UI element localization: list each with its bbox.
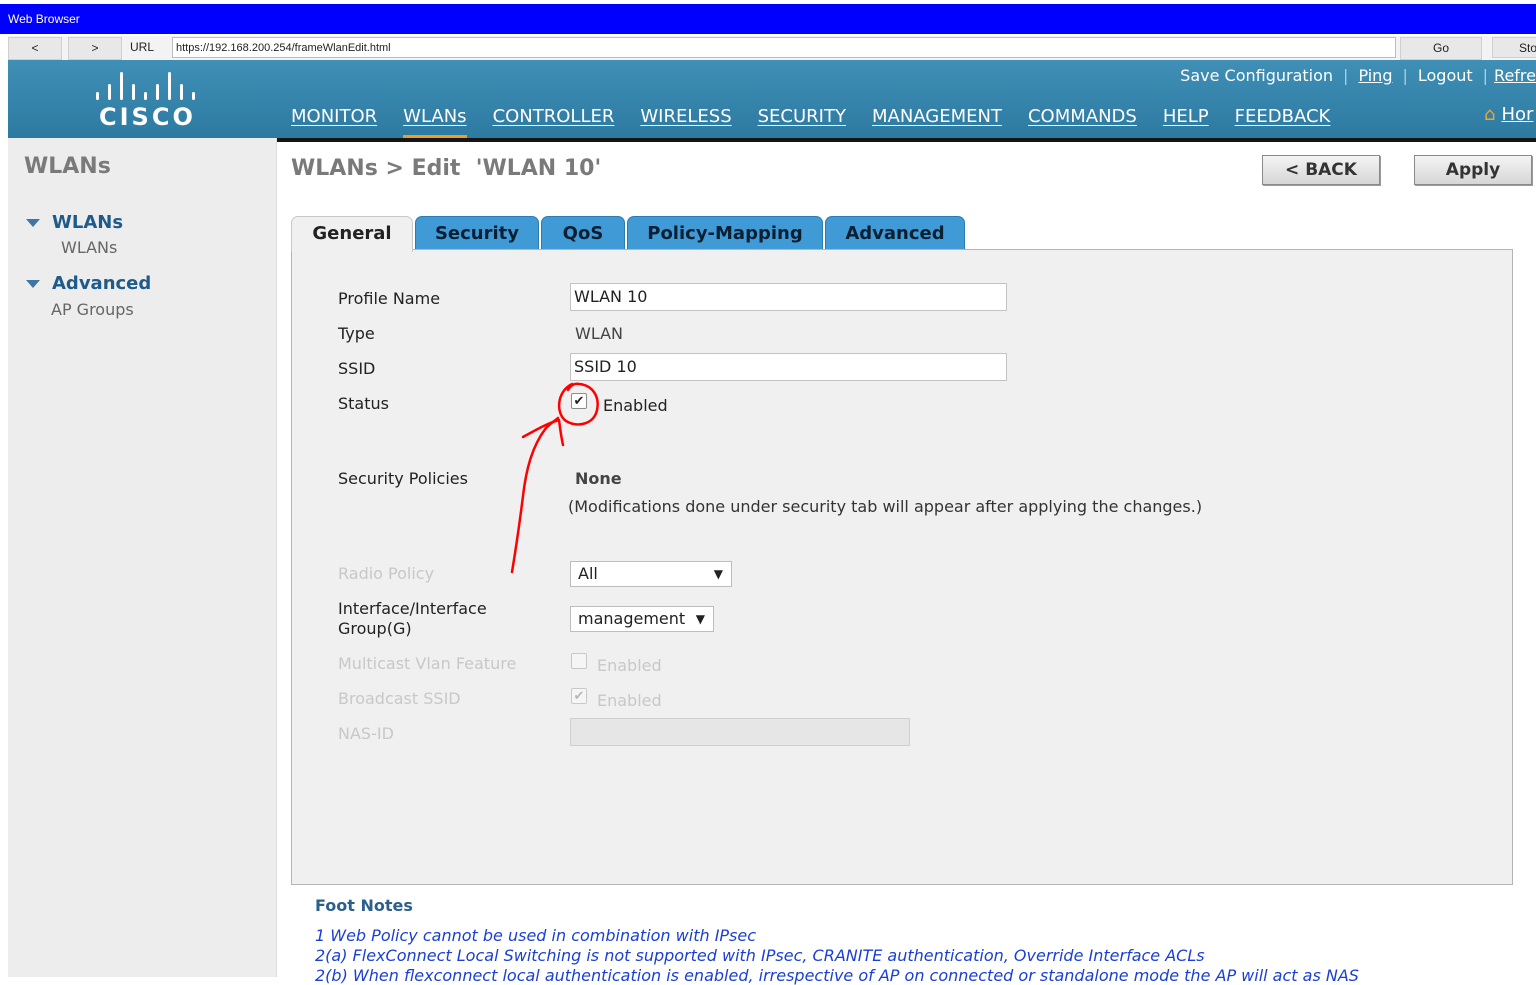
dropdown-arrow-icon: ▼ <box>713 567 723 581</box>
refresh-link[interactable]: Refre <box>1494 66 1536 85</box>
home-link[interactable]: ⌂ Hor <box>1484 104 1533 125</box>
broadcast-ssid-checkbox[interactable]: ✔ <box>571 688 587 704</box>
address-bar: < > URL https://192.168.200.254/frameWla… <box>8 36 1536 61</box>
dropdown-arrow-icon: ▼ <box>695 612 705 626</box>
nav-feedback[interactable]: FEEDBACK <box>1235 106 1331 135</box>
sidebar: WLANs WLANs WLANs Advanced AP Groups <box>8 138 277 977</box>
tab-security[interactable]: Security <box>415 216 539 250</box>
nav-help[interactable]: HELP <box>1163 106 1209 135</box>
nav-monitor[interactable]: MONITOR <box>291 106 377 135</box>
forward-nav-button[interactable]: > <box>68 37 122 60</box>
cisco-logo: CISCO <box>90 70 200 131</box>
go-button[interactable]: Go <box>1400 37 1482 60</box>
logout-link[interactable]: Logout <box>1418 66 1473 85</box>
security-policies-label: Security Policies <box>338 469 468 488</box>
browser-title-bar: Web Browser <box>0 4 1536 34</box>
back-button[interactable]: < BACK <box>1262 155 1380 185</box>
nas-id-input[interactable] <box>570 718 910 746</box>
browser-title: Web Browser <box>8 12 80 26</box>
apply-button[interactable]: Apply <box>1414 155 1532 185</box>
url-label: URL <box>130 40 155 54</box>
multicast-vlan-checkbox[interactable] <box>571 653 587 669</box>
sidebar-section-advanced[interactable]: Advanced <box>52 273 151 294</box>
status-checkbox[interactable]: ✔ <box>571 393 587 409</box>
radio-policy-select[interactable]: All ▼ <box>570 561 732 587</box>
nav-commands[interactable]: COMMANDS <box>1028 106 1137 135</box>
home-label: Hor <box>1501 104 1534 125</box>
nav-controller[interactable]: CONTROLLER <box>493 106 615 135</box>
profile-name-label: Profile Name <box>338 289 441 308</box>
tab-policy-mapping[interactable]: Policy-Mapping <box>627 216 823 250</box>
broadcast-ssid-label: Broadcast SSID <box>338 689 461 708</box>
radio-policy-label: Radio Policy <box>338 564 435 583</box>
footnote-item: 2(b) When flexconnect local authenticati… <box>315 966 1359 985</box>
cisco-logo-bars-icon <box>96 70 196 100</box>
profile-name-input[interactable]: WLAN 10 <box>570 283 1007 311</box>
footnote-item: 2(a) FlexConnect Local Switching is not … <box>315 946 1205 965</box>
sidebar-item-wlans[interactable]: WLANs <box>61 238 117 257</box>
cisco-header: CISCO Save Configuration | Ping | Logout | Ref… <box>8 60 1536 142</box>
multicast-enabled-label: Enabled <box>597 656 662 675</box>
ssid-input[interactable]: SSID 10 <box>570 353 1007 381</box>
cisco-logo-text: CISCO <box>99 103 196 131</box>
expand-triangle-icon[interactable] <box>26 219 40 227</box>
home-icon: ⌂ <box>1484 104 1496 125</box>
nav-wlans[interactable]: WLANs <box>403 106 467 138</box>
interface-select[interactable]: management ▼ <box>570 606 714 632</box>
multicast-vlan-label: Multicast Vlan Feature <box>338 654 517 673</box>
sidebar-section-wlans[interactable]: WLANs <box>52 212 123 233</box>
general-panel <box>291 249 1513 885</box>
radio-policy-value: All <box>578 564 598 583</box>
footnotes-title: Foot Notes <box>315 896 413 915</box>
ssid-label: SSID <box>338 359 376 378</box>
nav-management[interactable]: MANAGEMENT <box>872 106 1002 135</box>
sidebar-item-ap-groups[interactable]: AP Groups <box>51 300 134 319</box>
page-title: WLANs > Edit 'WLAN 10' <box>291 156 602 181</box>
stop-button[interactable]: Sto <box>1492 37 1536 58</box>
sidebar-title: WLANs <box>24 154 111 179</box>
broadcast-enabled-label: Enabled <box>597 691 662 710</box>
ping-link[interactable]: Ping <box>1358 66 1392 85</box>
nav-security[interactable]: SECURITY <box>758 106 846 135</box>
nav-wireless[interactable]: WIRELESS <box>640 106 731 135</box>
back-nav-button[interactable]: < <box>8 37 62 60</box>
footnote-item: 1 Web Policy cannot be used in combinati… <box>315 926 757 945</box>
interface-value: management <box>578 609 686 628</box>
main-nav: MONITOR WLANs CONTROLLER WIRELESS SECURITY MA… <box>291 106 1356 138</box>
interface-label-line2: Group(G) <box>338 619 412 638</box>
type-value: WLAN <box>575 324 624 343</box>
tab-general[interactable]: General <box>291 216 413 252</box>
expand-triangle-icon[interactable] <box>26 280 40 288</box>
url-input[interactable]: https://192.168.200.254/frameWlanEdit.ht… <box>172 37 1396 58</box>
type-label: Type <box>338 324 375 343</box>
security-policies-value: None <box>575 469 622 488</box>
tab-advanced[interactable]: Advanced <box>825 216 965 250</box>
security-note: (Modifications done under security tab w… <box>568 497 1203 516</box>
status-enabled-label: Enabled <box>603 396 668 415</box>
tab-qos[interactable]: QoS <box>541 216 625 250</box>
nas-id-label: NAS-ID <box>338 724 394 743</box>
top-links: Save Configuration | Ping | Logout | Refre <box>1180 66 1536 85</box>
status-label: Status <box>338 394 389 413</box>
save-configuration-link[interactable]: Save Configuration <box>1180 66 1333 85</box>
interface-label-line1: Interface/Interface <box>338 599 487 618</box>
